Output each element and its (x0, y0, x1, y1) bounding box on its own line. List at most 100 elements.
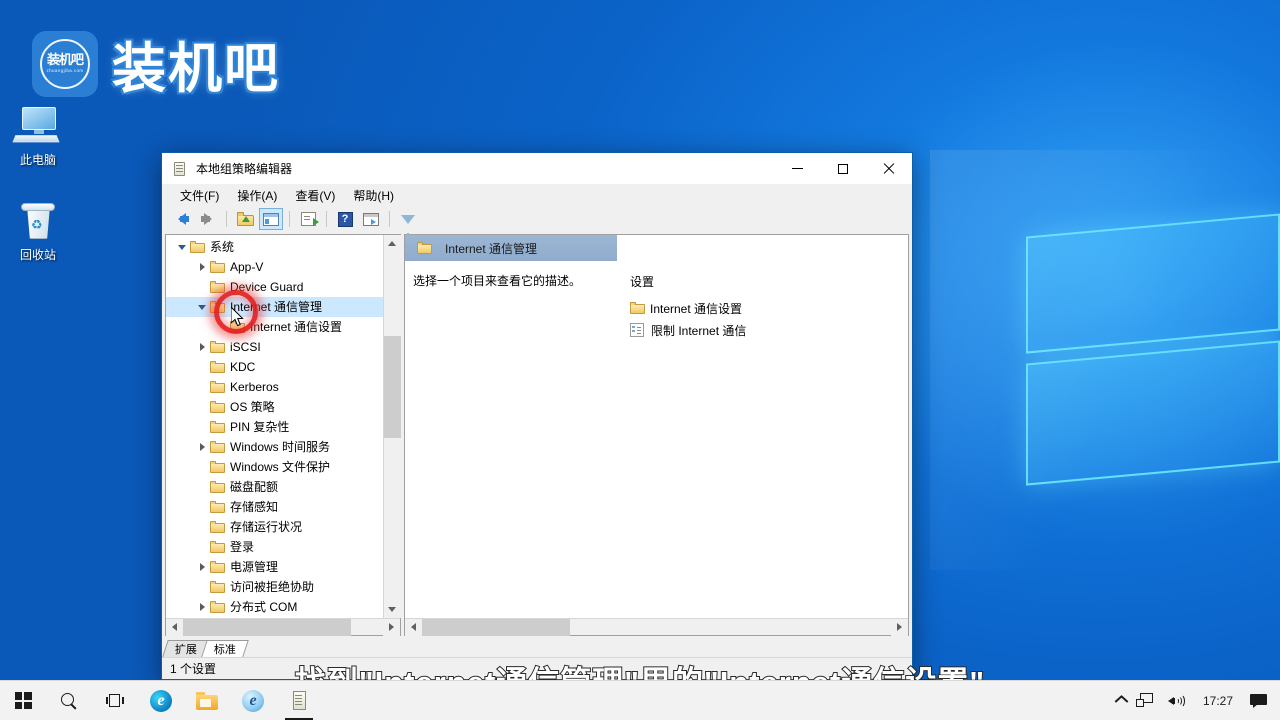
chevron-right-icon[interactable] (194, 337, 210, 357)
task-view-button[interactable] (92, 681, 138, 720)
window-titlebar[interactable]: 本地组策略编辑器 (162, 153, 912, 184)
tree-item[interactable]: OS 策略 (166, 397, 383, 417)
network-button[interactable] (1129, 681, 1161, 720)
tree-item[interactable]: App-V (166, 257, 383, 277)
clock[interactable]: 17:27 (1193, 694, 1243, 708)
chevron-down-icon[interactable] (194, 297, 210, 317)
brand-logo-mark-url: zhuangjiba.com (46, 69, 83, 74)
show-hidden-icons-button[interactable] (1109, 681, 1129, 720)
edge-button[interactable]: e (138, 681, 184, 720)
scroll-right-button[interactable] (891, 619, 908, 636)
scroll-right-button[interactable] (383, 619, 400, 636)
menu-file[interactable]: 文件(F) (171, 185, 228, 206)
file-explorer-button[interactable] (184, 681, 230, 720)
scroll-track[interactable] (422, 619, 891, 636)
tree-item[interactable]: iSCSI (166, 337, 383, 357)
settings-list-item[interactable]: Internet 通信设置 (630, 297, 908, 319)
tree-item[interactable]: Internet 通信设置 (166, 317, 383, 337)
scroll-track[interactable] (384, 252, 401, 601)
desktop-icon-recycle-bin[interactable]: ♻ 回收站 (0, 200, 76, 262)
tree-item[interactable]: Device Guard (166, 277, 383, 297)
filter-button[interactable] (396, 208, 420, 230)
forward-button[interactable] (196, 208, 220, 230)
up-one-level-button[interactable] (233, 208, 257, 230)
scroll-thumb[interactable] (384, 336, 401, 438)
system-tray[interactable]: 17:27 (1109, 681, 1280, 720)
tree-item[interactable]: PIN 复杂性 (166, 417, 383, 437)
view-tabs[interactable]: 扩展 标准 (162, 636, 912, 657)
chevron-right-icon[interactable] (194, 257, 210, 277)
help-button[interactable]: ? (333, 208, 357, 230)
settings-list-item[interactable]: 限制 Internet 通信 (630, 319, 908, 341)
tree-item[interactable]: 登录 (166, 537, 383, 557)
tree-item[interactable]: 分布式 COM (166, 597, 383, 617)
tree-item[interactable]: 磁盘配额 (166, 477, 383, 497)
scroll-left-button[interactable] (166, 619, 183, 636)
tree-twisty-empty (194, 417, 210, 437)
tree-item[interactable]: 电源管理 (166, 557, 383, 577)
toolbar[interactable]: ? (162, 206, 912, 232)
tree-item[interactable]: Windows 时间服务 (166, 437, 383, 457)
settings-list[interactable]: 设置 Internet 通信设置 限制 Internet 通信 (618, 261, 908, 618)
tree-list[interactable]: 系统App-VDevice GuardInternet 通信管理Internet… (166, 235, 383, 618)
back-button[interactable] (170, 208, 194, 230)
desktop-icon-label: 回收站 (20, 248, 56, 262)
volume-button[interactable] (1161, 681, 1193, 720)
details-pane[interactable]: Internet 通信管理 选择一个项目来查看它的描述。 设置 Internet… (404, 234, 909, 636)
tree-item[interactable]: Internet 通信管理 (166, 297, 383, 317)
chevron-right-icon[interactable] (194, 437, 210, 457)
chevron-right-icon[interactable] (194, 557, 210, 577)
tab-label: 标准 (214, 641, 236, 657)
internet-explorer-icon: e (242, 690, 264, 712)
menu-help[interactable]: 帮助(H) (344, 185, 403, 206)
start-button[interactable] (0, 681, 46, 720)
brand-logo-circle: 装机吧 zhuangjiba.com (40, 39, 90, 89)
chevron-down-icon[interactable] (174, 237, 190, 257)
maximize-button[interactable] (820, 154, 866, 184)
scroll-track[interactable] (183, 619, 383, 636)
folder-icon (210, 381, 225, 393)
details-horizontal-scrollbar[interactable] (405, 618, 908, 635)
menu-view[interactable]: 查看(V) (286, 185, 344, 206)
tree-item[interactable]: Windows 文件保护 (166, 457, 383, 477)
action-center-button[interactable] (1243, 681, 1274, 720)
scroll-up-button[interactable] (384, 235, 401, 252)
close-button[interactable] (866, 154, 912, 184)
console-tree-pane[interactable]: 系统App-VDevice GuardInternet 通信管理Internet… (165, 234, 401, 636)
toolbar-separator (326, 211, 327, 227)
local-group-policy-editor-window[interactable]: 本地组策略编辑器 文件(F) 操作(A) 查看(V) 帮助(H) ? (161, 152, 913, 680)
tree-item[interactable]: 存储感知 (166, 497, 383, 517)
tree-item[interactable]: 存储运行状况 (166, 517, 383, 537)
search-button[interactable] (46, 681, 92, 720)
tree-twisty-empty (194, 497, 210, 517)
menu-bar[interactable]: 文件(F) 操作(A) 查看(V) 帮助(H) (162, 184, 912, 206)
chevron-right-icon[interactable] (194, 597, 210, 617)
internet-explorer-button[interactable]: e (230, 681, 276, 720)
close-icon (883, 163, 895, 175)
scroll-thumb[interactable] (183, 619, 351, 636)
show-hide-console-tree-button[interactable] (259, 208, 283, 230)
folder-icon (210, 441, 225, 453)
tab-standard[interactable]: 标准 (201, 640, 249, 657)
brand-watermark: 装机吧 zhuangjiba.com 装机吧 (32, 24, 280, 103)
menu-action[interactable]: 操作(A) (228, 185, 286, 206)
desktop[interactable]: 装机吧 zhuangjiba.com 装机吧 此电脑 ♻ 回收站 本地组策略编辑… (0, 0, 1280, 720)
tree-vertical-scrollbar[interactable] (383, 235, 400, 618)
folder-icon (210, 601, 225, 613)
tree-item[interactable]: 访问被拒绝协助 (166, 577, 383, 597)
properties-button[interactable] (359, 208, 383, 230)
minimize-button[interactable] (774, 154, 820, 184)
folder-icon (210, 361, 225, 373)
scroll-left-button[interactable] (405, 619, 422, 636)
tree-item[interactable]: Kerberos (166, 377, 383, 397)
tree-item[interactable]: KDC (166, 357, 383, 377)
tree-horizontal-scrollbar[interactable] (166, 618, 400, 635)
scroll-thumb[interactable] (422, 619, 570, 636)
taskbar[interactable]: e e 17:27 (0, 680, 1280, 720)
export-list-button[interactable] (296, 208, 320, 230)
gpedit-taskbar-button[interactable] (276, 681, 322, 720)
export-icon (301, 212, 316, 226)
scroll-down-button[interactable] (384, 601, 401, 618)
tree-item[interactable]: 系统 (166, 237, 383, 257)
desktop-icon-this-pc[interactable]: 此电脑 (0, 105, 76, 167)
